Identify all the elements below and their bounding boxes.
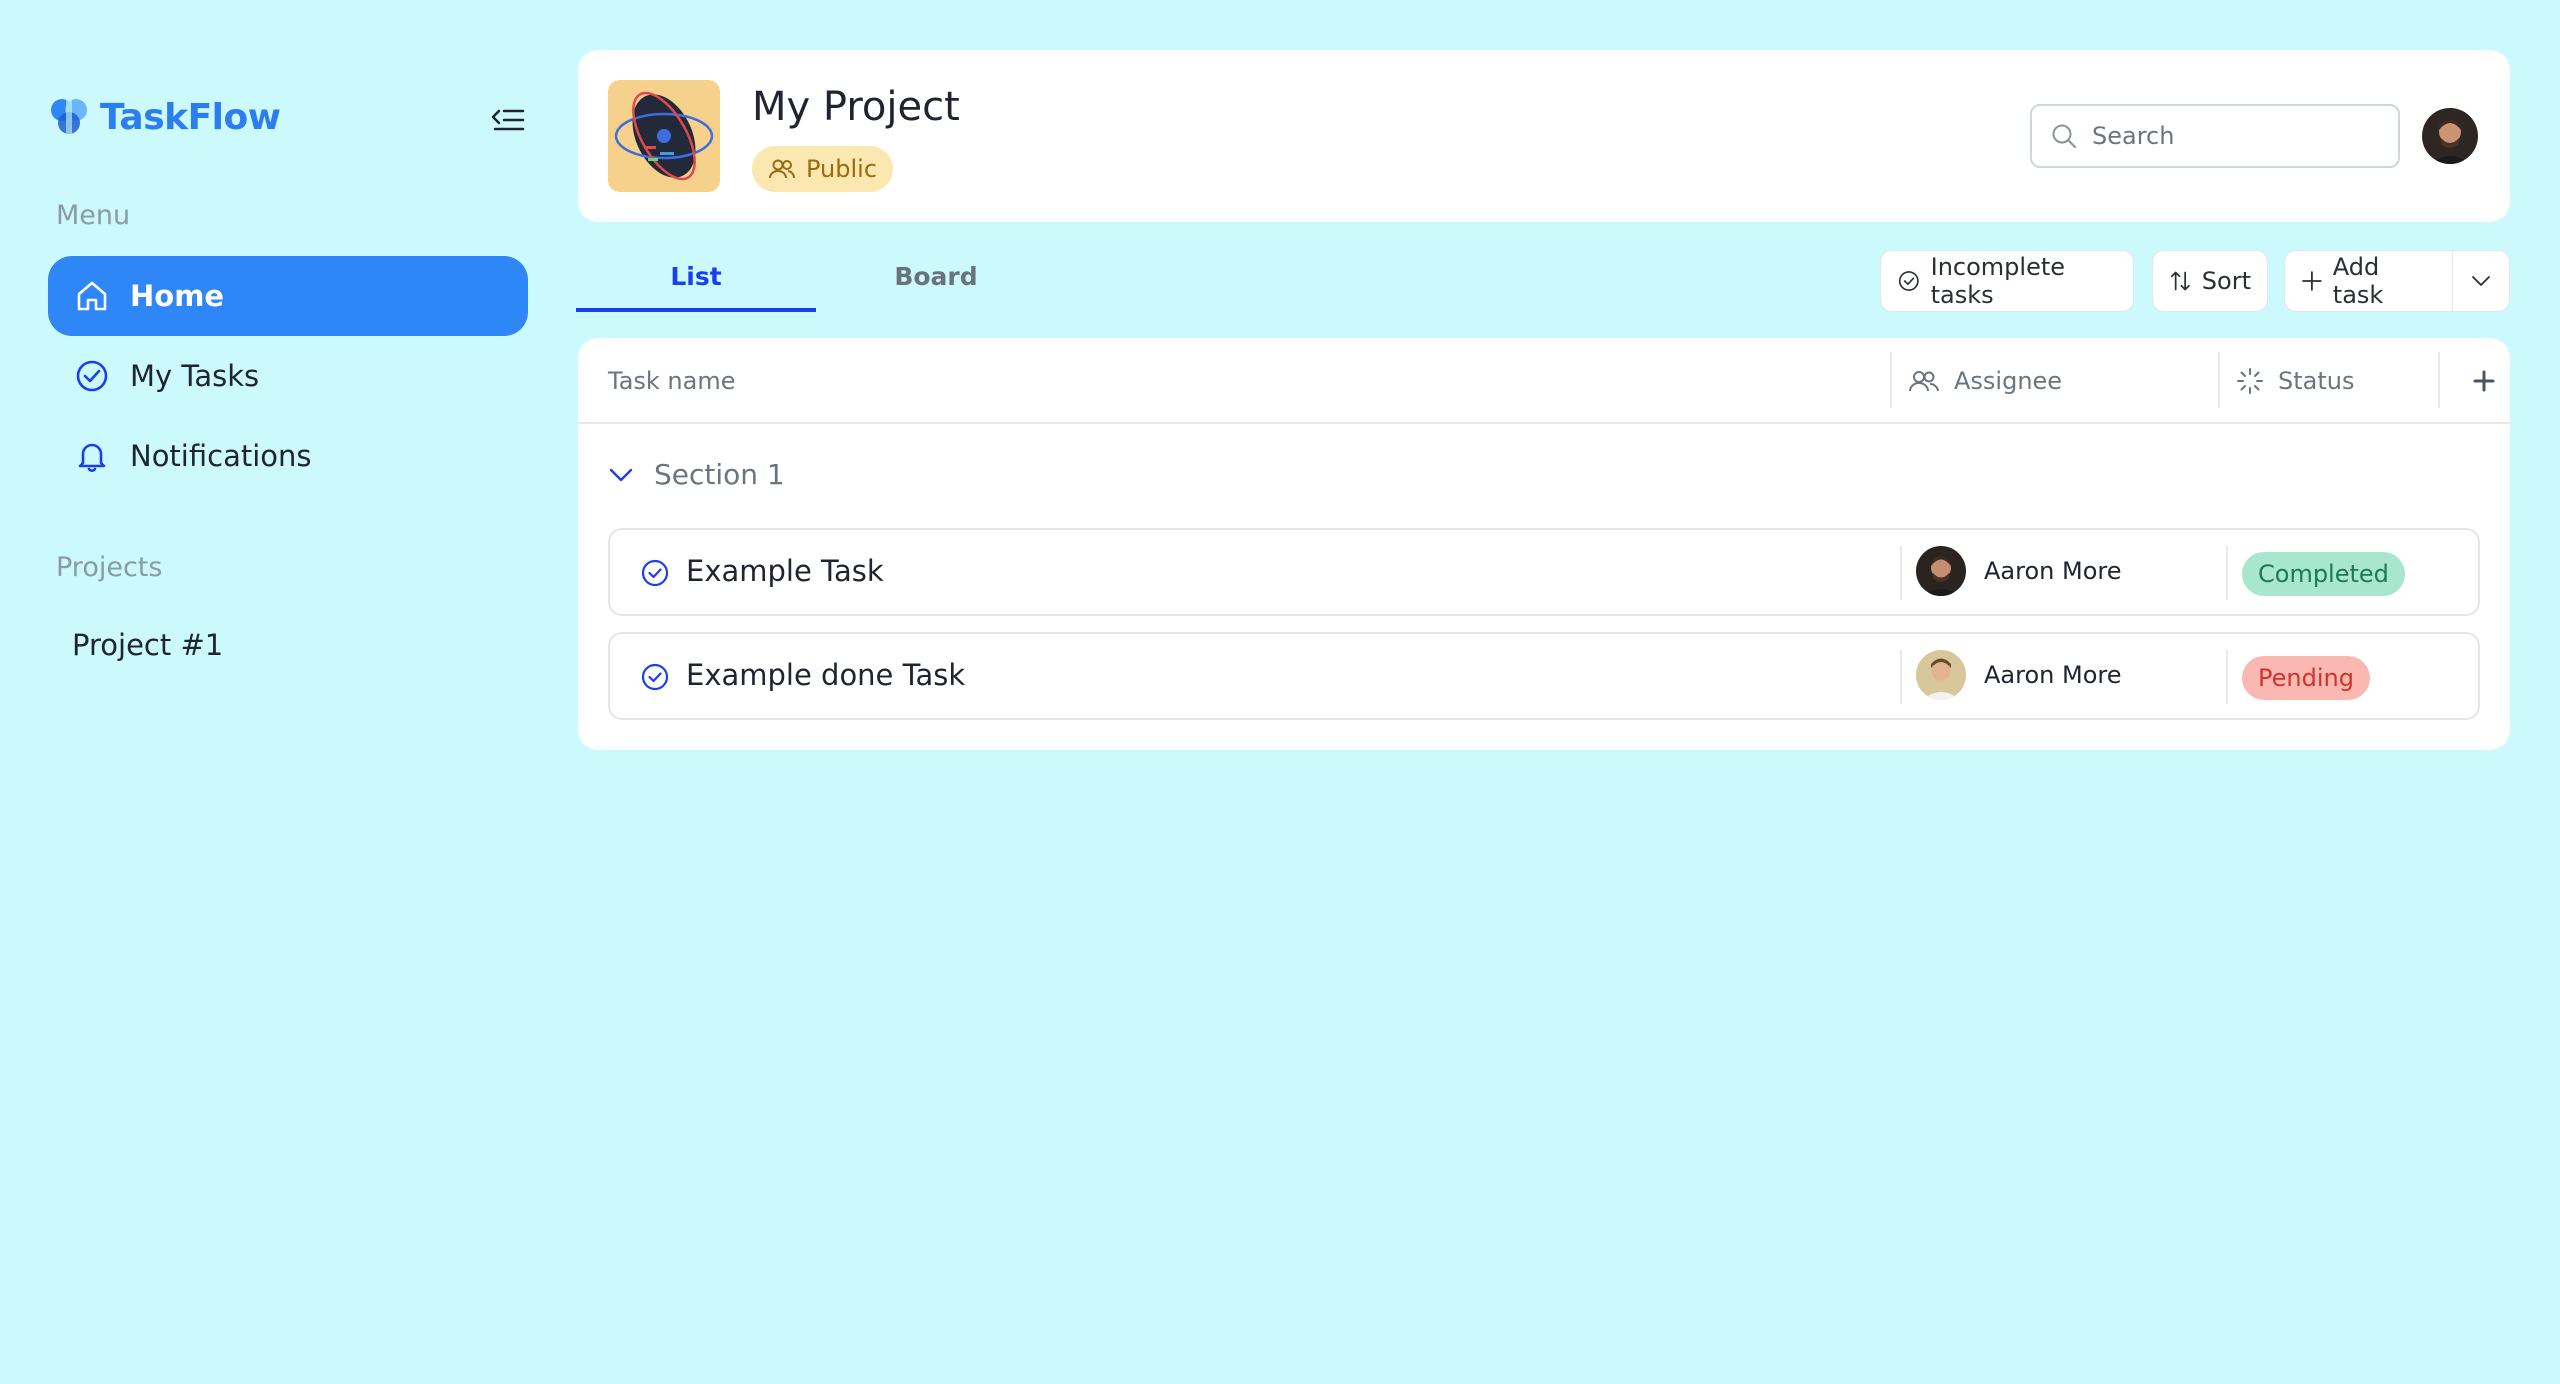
- tab-list[interactable]: List: [576, 262, 816, 312]
- filter-label: Incomplete tasks: [1930, 253, 2066, 309]
- app-logo[interactable]: TaskFlow: [48, 96, 281, 138]
- atom-illustration-icon: [608, 80, 720, 192]
- column-header-status[interactable]: Status: [2236, 338, 2354, 424]
- plus-icon: [2473, 370, 2495, 392]
- table-row[interactable]: Example Task Aaron More Completed: [608, 528, 2480, 616]
- column-header-task-name[interactable]: Task name: [608, 338, 736, 424]
- task-name: Example Task: [686, 554, 884, 588]
- add-task-dropdown-button[interactable]: [2453, 251, 2509, 311]
- visibility-label: Public: [806, 155, 878, 183]
- incomplete-tasks-filter-button[interactable]: Incomplete tasks: [1880, 250, 2134, 312]
- add-task-split-button: Add task: [2284, 250, 2510, 312]
- visibility-badge[interactable]: Public: [752, 146, 894, 192]
- task-table: Task name Assignee Status Section 1 Exam…: [578, 338, 2510, 750]
- sidebar-item-label: My Tasks: [130, 359, 260, 393]
- menu-section-label: Menu: [56, 200, 131, 231]
- assignee-cell[interactable]: Aaron More: [1916, 546, 2121, 596]
- add-task-label: Add task: [2332, 253, 2384, 309]
- column-divider: [2218, 352, 2220, 408]
- chevron-down-icon: [2472, 276, 2491, 286]
- chevron-down-icon: [609, 468, 633, 481]
- sidebar-item-label: Home: [130, 279, 225, 313]
- avatar: [1916, 546, 1966, 596]
- add-column-button[interactable]: [2458, 338, 2510, 424]
- section-toggle[interactable]: Section 1: [608, 458, 785, 491]
- project-thumbnail: [608, 80, 720, 192]
- sidebar-item-home[interactable]: Home: [48, 256, 528, 336]
- cell-divider: [2226, 650, 2228, 704]
- bell-icon: [78, 443, 106, 472]
- app-name: TaskFlow: [100, 96, 281, 138]
- sidebar: TaskFlow Menu Home My Tasks Notification…: [0, 0, 560, 1384]
- taskflow-logo-icon: [51, 98, 87, 136]
- collapse-sidebar-button[interactable]: [488, 100, 528, 140]
- status-badge[interactable]: Completed: [2242, 552, 2405, 596]
- projects-section-label: Projects: [56, 552, 163, 583]
- search-input[interactable]: [2092, 122, 2382, 150]
- assignee-name: Aaron More: [1984, 661, 2122, 689]
- person-photo-icon: [1916, 546, 1966, 596]
- person-photo-icon: [1916, 650, 1966, 700]
- cell-divider: [1900, 546, 1902, 600]
- users-icon: [1909, 371, 1939, 392]
- column-header-label: Status: [2278, 367, 2355, 395]
- sort-arrows-icon: [2170, 271, 2190, 291]
- sidebar-item-label: Notifications: [130, 439, 312, 473]
- column-divider: [2438, 352, 2440, 408]
- plus-icon: [2302, 271, 2322, 291]
- sidebar-item-notifications[interactable]: Notifications: [48, 416, 528, 496]
- task-name: Example done Task: [686, 658, 966, 692]
- table-header: Task name Assignee Status: [578, 338, 2510, 424]
- sidebar-project-item[interactable]: Project #1: [72, 628, 223, 662]
- task-complete-checkbox[interactable]: [640, 662, 670, 692]
- users-icon: [769, 159, 796, 179]
- menu-collapse-icon: [491, 109, 525, 131]
- tab-board[interactable]: Board: [816, 262, 1056, 312]
- column-header-label: Assignee: [1954, 367, 2063, 395]
- column-divider: [1890, 352, 1892, 408]
- cell-divider: [2226, 546, 2228, 600]
- sidebar-item-my-tasks[interactable]: My Tasks: [48, 336, 528, 416]
- add-task-button[interactable]: Add task: [2285, 251, 2454, 311]
- check-circle-icon: [76, 360, 108, 392]
- assignee-cell[interactable]: Aaron More: [1916, 650, 2121, 700]
- check-circle-icon: [1898, 271, 1919, 291]
- project-title: My Project: [752, 84, 960, 130]
- search-box[interactable]: [2030, 104, 2400, 168]
- cell-divider: [1900, 650, 1902, 704]
- loader-icon: [2237, 368, 2263, 394]
- column-header-assignee[interactable]: Assignee: [1908, 338, 2062, 424]
- sort-button[interactable]: Sort: [2152, 250, 2268, 312]
- avatar: [1916, 650, 1966, 700]
- task-complete-checkbox[interactable]: [640, 558, 670, 588]
- status-badge[interactable]: Pending: [2242, 656, 2370, 700]
- project-header: My Project Public: [578, 50, 2510, 222]
- assignee-name: Aaron More: [1984, 557, 2122, 585]
- sort-label: Sort: [2201, 267, 2251, 295]
- search-icon: [2052, 124, 2076, 148]
- home-icon: [77, 281, 107, 311]
- user-photo-icon: [2422, 108, 2478, 164]
- table-row[interactable]: Example done Task Aaron More Pending: [608, 632, 2480, 720]
- user-avatar[interactable]: [2422, 108, 2478, 164]
- section-title: Section 1: [654, 458, 785, 491]
